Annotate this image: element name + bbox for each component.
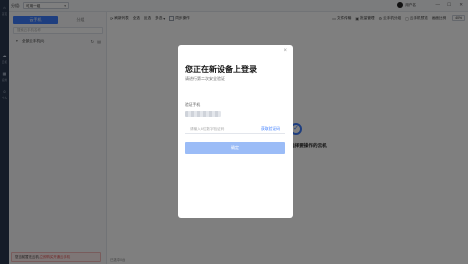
verify-code-field[interactable]: 请输入6位数字验证码 获取验证码 bbox=[185, 124, 285, 134]
code-input-placeholder[interactable]: 请输入6位数字验证码 bbox=[190, 127, 224, 132]
app-window: ⌂ 首页 ☁ 云机 ▦ 应用 ☺ 个人 分组: 可用一组 ▾ 用户名 — ☐ ✕… bbox=[0, 0, 468, 264]
get-code-button[interactable]: 获取验证码 bbox=[261, 127, 280, 132]
phone-label: 验证手机 bbox=[185, 103, 201, 107]
masked-phone-number bbox=[185, 111, 221, 117]
close-icon[interactable]: × bbox=[283, 48, 287, 54]
security-verify-dialog: × 您正在新设备上登录 请进行第二次安全验证 验证手机 请输入6位数字验证码 获… bbox=[178, 45, 293, 218]
dialog-title: 您正在新设备上登录 bbox=[185, 65, 257, 74]
dialog-subtitle: 请进行第二次安全验证 bbox=[185, 76, 225, 81]
confirm-button[interactable]: 确定 bbox=[185, 142, 285, 154]
